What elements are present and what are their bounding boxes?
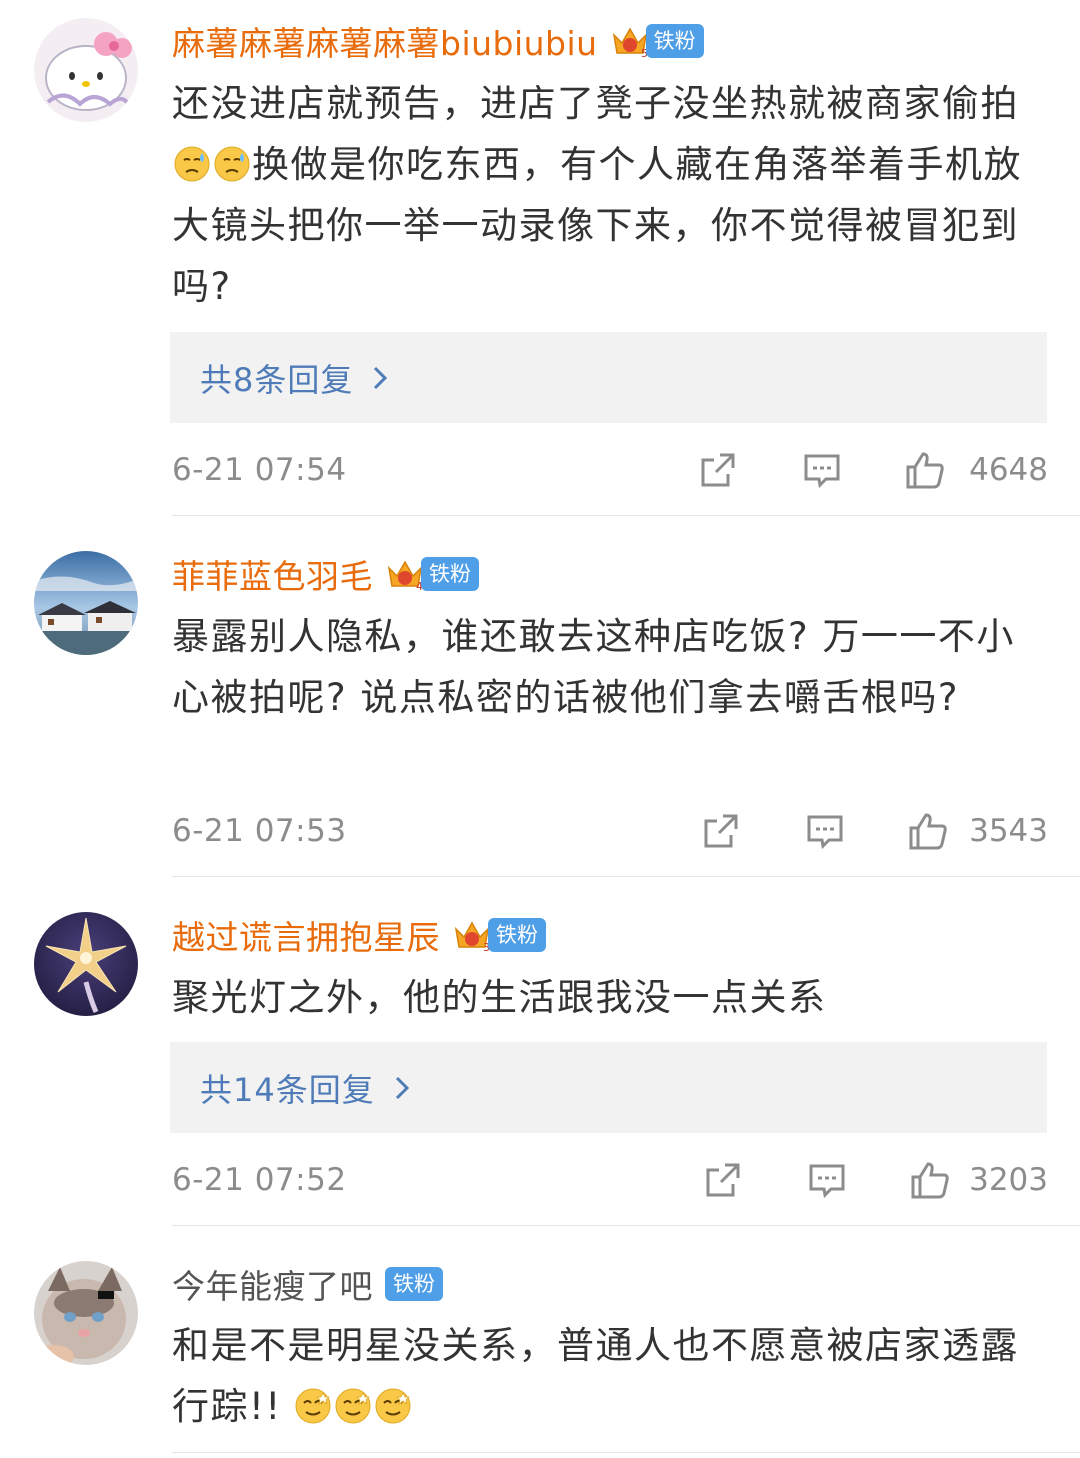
replies-label: 共14条回复 — [200, 1070, 375, 1109]
like-count: 3543 — [969, 813, 1048, 849]
comment-text: 暴露别人隐私，谁还敢去这种店吃饭? 万一一不小心被拍呢? 说点私密的话被他们拿去… — [172, 615, 1015, 719]
like-count: 4648 — [969, 452, 1048, 488]
fan-badge: 铁粉 — [385, 1267, 443, 1301]
comment-icon[interactable] — [805, 811, 845, 851]
username-row: 菲菲蓝色羽毛 4 铁粉 — [172, 551, 479, 597]
username[interactable]: 菲菲蓝色羽毛 — [172, 550, 373, 598]
comment-text: 聚光灯之外，他的生活跟我没一点关系 — [172, 976, 827, 1019]
meta-row: 6-21 07:52 3203 — [172, 1158, 1048, 1202]
username-row: 越过谎言拥抱星辰 3 铁粉 — [172, 912, 546, 958]
sweat-emoji — [173, 145, 211, 183]
smirk-emoji — [374, 1387, 412, 1425]
fan-badge: 铁粉 — [645, 24, 704, 58]
like-count: 3203 — [969, 1162, 1048, 1198]
comment-icon[interactable] — [802, 450, 842, 490]
username-row: 麻薯麻薯麻薯麻薯biubiubiu 5 铁粉 — [172, 18, 704, 64]
share-icon[interactable] — [698, 450, 738, 490]
crown-icon: 5 — [612, 27, 648, 60]
fan-badge: 铁粉 — [488, 918, 546, 952]
replies-label: 共8条回复 — [200, 360, 354, 399]
comment-text-part: 换做是你吃东西，有个人藏在角落举着手机放大镜头把你一举一动录像下来，你不觉得被冒… — [172, 143, 1022, 308]
username-row: 今年能瘦了吧 铁粉 — [172, 1261, 443, 1307]
divider — [172, 1225, 1080, 1226]
chevron-right-icon — [395, 1076, 409, 1099]
avatar[interactable] — [34, 18, 138, 122]
meta-row: 6-21 07:53 3543 — [172, 809, 1048, 853]
username[interactable]: 麻薯麻薯麻薯麻薯biubiubiu — [172, 17, 598, 65]
divider — [172, 515, 1080, 516]
comment-text-part: 还没进店就预告，进店了凳子没坐热就被商家偷拍 — [172, 82, 1019, 125]
avatar[interactable] — [34, 1261, 138, 1365]
divider — [172, 876, 1080, 877]
thumbs-up-icon[interactable] — [908, 811, 948, 851]
meta-row: 6-21 07:54 4648 — [172, 448, 1048, 492]
avatar[interactable] — [34, 912, 138, 1016]
replies-link[interactable]: 共14条回复 — [170, 1042, 1047, 1133]
timestamp: 6-21 07:54 — [172, 452, 347, 488]
sweat-emoji — [213, 145, 251, 183]
crown-icon: 4 — [387, 560, 423, 593]
divider — [172, 1452, 1080, 1453]
thumbs-up-icon[interactable] — [905, 450, 945, 490]
share-icon[interactable] — [701, 811, 741, 851]
share-icon[interactable] — [703, 1160, 743, 1200]
comment-text: 还没进店就预告，进店了凳子没坐热就被商家偷拍换做是你吃东西，有个人藏在角落举着手… — [172, 73, 1032, 317]
username[interactable]: 今年能瘦了吧 — [172, 1260, 373, 1308]
comment-text: 和是不是明星没关系，普通人也不愿意被店家透露行踪!! — [172, 1315, 1032, 1437]
thumbs-up-icon[interactable] — [910, 1160, 950, 1200]
smirk-emoji — [294, 1387, 332, 1425]
fan-badge: 铁粉 — [421, 557, 479, 591]
replies-link[interactable]: 共8条回复 — [170, 332, 1047, 423]
crown-icon: 3 — [454, 921, 490, 954]
timestamp: 6-21 07:52 — [172, 1162, 347, 1198]
chevron-right-icon — [374, 366, 388, 389]
avatar[interactable] — [34, 551, 138, 655]
timestamp: 6-21 07:53 — [172, 813, 347, 849]
smirk-emoji — [334, 1387, 372, 1425]
comment-icon[interactable] — [807, 1160, 847, 1200]
username[interactable]: 越过谎言拥抱星辰 — [172, 911, 440, 959]
